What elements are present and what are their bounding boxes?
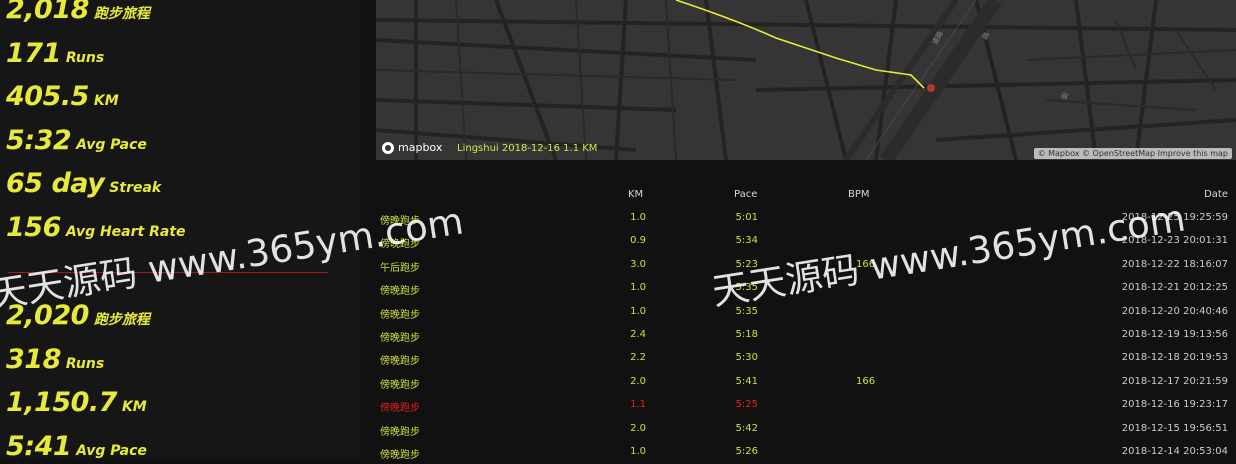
run-pace: 5:25: [735, 399, 758, 411]
run-name: 傍晚跑步: [380, 379, 420, 391]
run-km: 2.0: [630, 422, 646, 434]
run-date: 2018-12-22 18:16:07: [1121, 258, 1228, 270]
mapbox-logo-text: mapbox: [398, 141, 443, 154]
mapbox-logo[interactable]: mapbox: [382, 141, 442, 154]
run-pace: 5:42: [735, 422, 758, 434]
run-pace: 5:26: [735, 446, 758, 457]
stat-label: KM: [121, 399, 147, 415]
run-date: 2018-12-20 20:40:46: [1121, 305, 1228, 317]
table-row[interactable]: 傍晚跑步 2.0 5:41 166 2018-12-17 20:21:59: [376, 371, 1236, 394]
header-date[interactable]: Date: [1204, 189, 1228, 200]
stat-value: 1,150.7: [6, 387, 117, 418]
table-row[interactable]: 傍晚跑步 2.0 5:42 2018-12-15 19:56:51: [376, 418, 1236, 441]
run-name: 傍晚跑步: [380, 403, 420, 415]
stat-value: 405.5: [6, 81, 89, 112]
stat-value: 318: [6, 343, 61, 375]
run-km: 1.1: [630, 399, 646, 411]
run-km: 0.9: [630, 235, 646, 247]
stat-line: 1,150.7 KM: [6, 387, 147, 418]
run-name: 午后跑步: [380, 262, 420, 274]
run-km: 1.0: [630, 212, 646, 223]
stat-line: 405.5 KM: [6, 81, 119, 112]
stat-label: KM: [93, 93, 119, 109]
stat-line: 5:41 Avg Pace: [6, 431, 147, 460]
run-date: 2018-12-14 20:53:04: [1121, 446, 1228, 457]
stat-line: 65 day Streak: [6, 168, 161, 199]
run-date: 2018-12-16 19:23:17: [1121, 399, 1228, 411]
run-date: 2018-12-18 20:19:53: [1121, 352, 1228, 364]
table-row[interactable]: 傍晚跑步 1.0 5:35 2018-12-20 20:40:46: [376, 301, 1236, 324]
route-end-marker: [927, 84, 935, 92]
header-bpm[interactable]: BPM: [848, 189, 870, 200]
run-km: 1.0: [630, 282, 646, 294]
run-name: 傍晚跑步: [380, 286, 420, 298]
run-name: 傍晚跑步: [380, 309, 420, 321]
header-km[interactable]: KM: [628, 189, 643, 200]
run-pace: 5:30: [735, 352, 758, 364]
stat-label: 跑步旅程: [93, 6, 150, 22]
stat-line: 171 Runs: [6, 38, 104, 69]
stat-label: Runs: [65, 355, 105, 372]
run-km: 2.2: [630, 352, 646, 364]
stat-label: Avg Pace: [76, 136, 147, 153]
map-attribution[interactable]: © Mapbox © OpenStreetMap Improve this ma…: [1033, 148, 1232, 159]
header-pace[interactable]: Pace: [734, 189, 757, 200]
run-km: 1.0: [630, 305, 646, 317]
stat-value: 2,018: [6, 0, 89, 25]
table-row[interactable]: 傍晚跑步 2.2 5:30 2018-12-18 20:19:53: [376, 347, 1236, 370]
map-roads: 道路 路 街: [376, 0, 1236, 160]
table-row[interactable]: 傍晚跑步 1.0 5:26 2018-12-14 20:53:04: [376, 441, 1236, 464]
table-row[interactable]: 傍晚跑步 2.4 5:18 2018-12-19 19:13:56: [376, 324, 1236, 347]
mapbox-icon: [382, 141, 394, 154]
stat-value: 171: [6, 37, 61, 69]
run-km: 2.0: [630, 375, 646, 387]
map-caption: Lingshui 2018-12-16 1.1 KM: [457, 143, 598, 154]
run-km: 3.0: [630, 258, 646, 270]
svg-text:街: 街: [1059, 91, 1070, 101]
run-date: 2018-12-21 20:12:25: [1121, 282, 1228, 294]
table-row[interactable]: 傍晚跑步 1.1 5:25 2018-12-16 19:23:17: [376, 394, 1236, 417]
stat-label: Runs: [65, 49, 105, 66]
stat-value: 65 day: [6, 168, 105, 199]
run-date: 2018-12-17 20:21:59: [1121, 375, 1228, 387]
stat-value: 5:41: [6, 430, 72, 460]
run-date: 2018-12-15 19:56:51: [1121, 422, 1228, 434]
run-km: 1.0: [630, 446, 646, 457]
stat-line: 5:32 Avg Pace: [6, 125, 147, 156]
run-pace: 5:34: [735, 235, 758, 247]
run-name: 傍晚跑步: [380, 356, 420, 368]
stat-label: 跑步旅程: [93, 312, 150, 328]
run-date: 2018-12-19 19:13:56: [1121, 329, 1228, 340]
run-pace: 5:41: [735, 375, 758, 387]
run-name: 傍晚跑步: [380, 426, 420, 438]
stat-label: Streak: [109, 180, 162, 196]
stat-value: 156: [6, 211, 61, 243]
stat-line: 2,018 跑步旅程: [6, 0, 150, 25]
run-km: 2.4: [630, 329, 646, 340]
run-pace: 5:01: [735, 212, 758, 223]
run-map[interactable]: 道路 路 街 mapbox Lingshui 2018-12-16 1.1 KM…: [376, 0, 1236, 160]
stat-label: Avg Pace: [76, 442, 147, 459]
stat-value: 5:32: [6, 124, 72, 156]
run-pace: 5:18: [735, 329, 758, 340]
run-bpm: 166: [856, 375, 876, 387]
stat-line: 318 Runs: [6, 344, 104, 375]
run-name: 傍晚跑步: [380, 333, 420, 344]
